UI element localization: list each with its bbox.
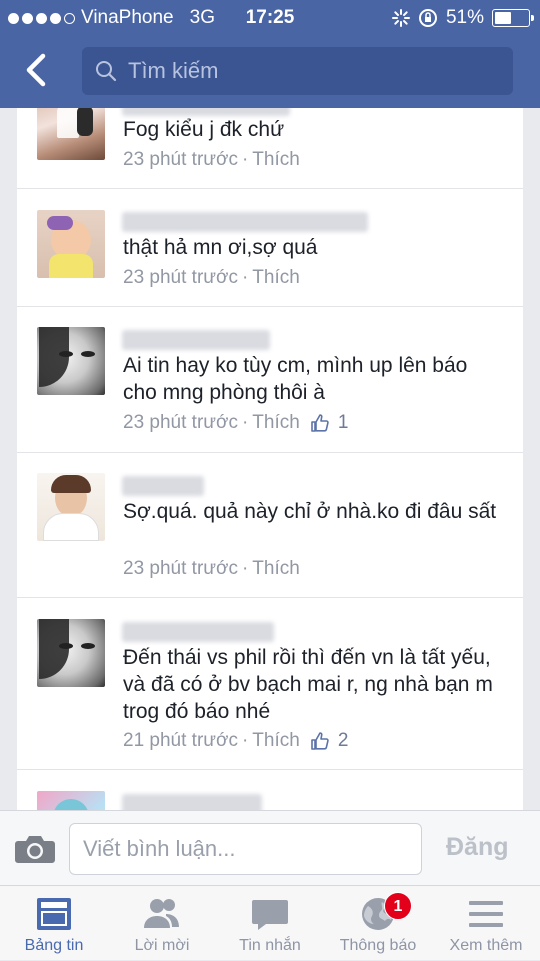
search-icon bbox=[96, 61, 117, 82]
tab-messages[interactable]: Tin nhắn bbox=[216, 886, 324, 961]
tab-bar: Bảng tin Lời mời Tin nhắn 1 Thông báo Xe… bbox=[0, 885, 540, 960]
comment-meta: 23 phút trước · Thích bbox=[123, 149, 300, 171]
like-link[interactable]: Thích bbox=[252, 730, 300, 752]
avatar[interactable] bbox=[37, 210, 105, 278]
avatar[interactable] bbox=[37, 791, 105, 810]
commenter-name-redacted bbox=[122, 330, 270, 350]
avatar[interactable] bbox=[37, 108, 105, 160]
like-link[interactable]: Thích bbox=[252, 267, 300, 289]
comment-meta: 23 phút trước · Thích bbox=[123, 558, 300, 580]
comment-time: 23 phút trước bbox=[123, 412, 238, 433]
comment-input[interactable]: Viết bình luận... bbox=[69, 823, 422, 875]
battery-icon bbox=[492, 9, 534, 27]
top-bar: VinaPhone 3G 17:25 51% Tìm kiếm bbox=[0, 0, 540, 108]
like-count-value: 2 bbox=[337, 730, 349, 751]
comment-text: Sợ.quá. quả này chỉ ở nhà.ko đi đâu sất bbox=[123, 500, 497, 523]
avatar[interactable] bbox=[37, 327, 105, 395]
comment-time: 23 phút trước bbox=[123, 267, 238, 288]
comment-text: Đến thái vs phil rồi thì đến vn là tất y… bbox=[123, 646, 493, 723]
comment-meta: 23 phút trước · Thích 1 bbox=[123, 412, 349, 434]
comments-list[interactable]: Fog kiểu j đk chứ 23 phút trước · Thích … bbox=[17, 108, 523, 810]
comment-item: Đến thái vs phil rồi thì đến vn là tất y… bbox=[17, 598, 523, 770]
tab-label: Bảng tin bbox=[24, 937, 84, 954]
post-button[interactable]: Đăng bbox=[446, 833, 509, 862]
comment-time: 21 phút trước bbox=[123, 730, 238, 751]
like-count-value: 1 bbox=[337, 412, 349, 433]
comment-text: Fog kiểu j đk chứ bbox=[123, 118, 285, 141]
activity-spinner-icon bbox=[391, 9, 410, 27]
avatar[interactable] bbox=[37, 473, 105, 541]
tab-label: Thông báo bbox=[339, 937, 417, 954]
like-count[interactable]: 1 bbox=[310, 412, 349, 434]
tab-label: Tin nhắn bbox=[239, 937, 301, 954]
comment-item bbox=[17, 770, 523, 810]
comment-text: Ai tin hay ko tùy cm, mình up lên báo ch… bbox=[123, 354, 468, 404]
like-link[interactable]: Thích bbox=[252, 149, 300, 171]
menu-icon bbox=[469, 901, 503, 927]
comment-item: Sợ.quá. quả này chỉ ở nhà.ko đi đâu sất … bbox=[17, 453, 523, 598]
comment-meta: 23 phút trước · Thích bbox=[123, 267, 300, 289]
comment-item: Ai tin hay ko tùy cm, mình up lên báo ch… bbox=[17, 307, 523, 453]
friends-icon bbox=[144, 899, 179, 928]
search-placeholder: Tìm kiếm bbox=[128, 58, 219, 83]
thumbs-up-icon bbox=[311, 732, 329, 750]
avatar[interactable] bbox=[37, 619, 105, 687]
commenter-name-redacted bbox=[122, 476, 204, 496]
like-link[interactable]: Thích bbox=[252, 558, 300, 580]
tab-label: Xem thêm bbox=[449, 937, 523, 954]
chevron-left-icon[interactable] bbox=[18, 50, 58, 90]
tab-more[interactable]: Xem thêm bbox=[432, 886, 540, 961]
commenter-name-redacted bbox=[122, 794, 262, 810]
comment-time: 23 phút trước bbox=[123, 149, 238, 170]
comment-meta: 21 phút trước · Thích 2 bbox=[123, 730, 349, 752]
rotation-lock-icon bbox=[418, 9, 437, 27]
battery-percent: 51% bbox=[445, 7, 484, 28]
tab-label: Lời mời bbox=[134, 937, 190, 954]
commenter-name-redacted bbox=[122, 622, 274, 642]
like-link[interactable]: Thích bbox=[252, 412, 300, 434]
comment-item: thật hả mn ơi,sợ quá 23 phút trước · Thí… bbox=[17, 189, 523, 307]
comment-input-placeholder: Viết bình luận... bbox=[83, 836, 236, 861]
chat-bubble-icon bbox=[252, 900, 288, 930]
thumbs-up-icon bbox=[311, 414, 329, 432]
comment-text: thật hả mn ơi,sợ quá bbox=[123, 236, 318, 259]
comment-composer: Viết bình luận... Đăng bbox=[0, 810, 540, 885]
commenter-name-redacted bbox=[122, 108, 290, 116]
status-bar: VinaPhone 3G 17:25 51% bbox=[0, 0, 540, 36]
comment-item: Fog kiểu j đk chứ 23 phút trước · Thích bbox=[17, 108, 523, 189]
commenter-name-redacted bbox=[122, 212, 368, 232]
camera-icon[interactable] bbox=[14, 833, 56, 865]
notification-badge: 1 bbox=[384, 892, 412, 920]
tab-notifications[interactable]: 1 Thông báo bbox=[324, 886, 432, 961]
like-count[interactable]: 2 bbox=[310, 730, 349, 752]
tab-news-feed[interactable]: Bảng tin bbox=[0, 886, 108, 961]
comment-time: 23 phút trước bbox=[123, 558, 238, 579]
search-input[interactable]: Tìm kiếm bbox=[82, 47, 513, 95]
tab-friend-requests[interactable]: Lời mời bbox=[108, 886, 216, 961]
news-feed-icon bbox=[37, 898, 71, 930]
